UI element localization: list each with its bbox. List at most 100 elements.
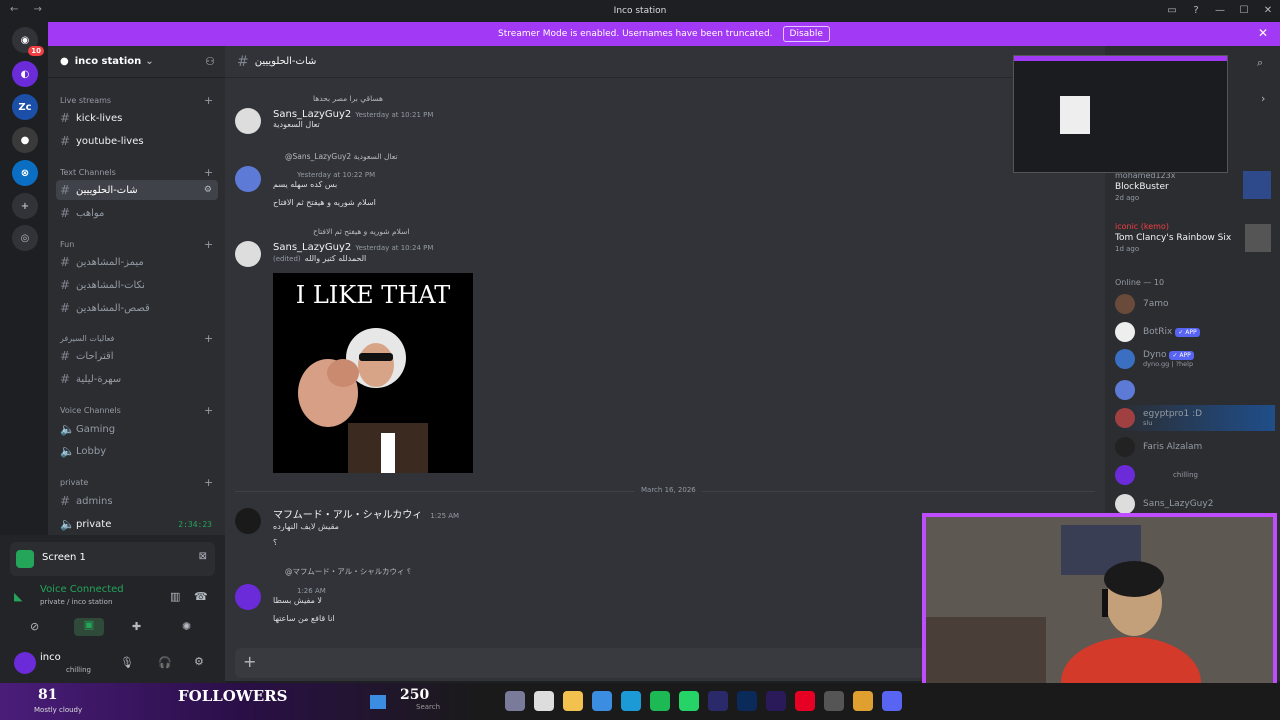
invite-icon[interactable]: ⚇ — [205, 55, 215, 68]
message-input[interactable]: + — [235, 648, 925, 678]
reply-preview[interactable]: هساقي برا مصر بحدها — [313, 94, 383, 103]
add-server-icon[interactable]: + — [12, 193, 38, 219]
gear-icon[interactable]: ⚙ — [194, 655, 204, 668]
avatar[interactable] — [235, 108, 261, 134]
category-private[interactable]: private + — [60, 476, 213, 489]
minimize-icon[interactable]: — — [1208, 0, 1232, 21]
category-fun[interactable]: Fun + — [60, 238, 213, 251]
pop-out-icon[interactable]: ⊠ — [199, 551, 207, 562]
meme-image[interactable]: I LIKE THAT — [273, 273, 473, 473]
member-item[interactable] — [1115, 379, 1275, 401]
discover-icon[interactable]: ◎ — [12, 225, 38, 251]
channel-youtube-lives[interactable]: # youtube-lives — [56, 131, 218, 151]
task-view-icon[interactable] — [505, 691, 525, 711]
whatsapp-icon[interactable] — [679, 691, 699, 711]
screen-share-icon[interactable]: ▣ — [74, 618, 104, 636]
channel-fun-3[interactable]: # قصص-المشاهدين — [56, 298, 218, 318]
inbox-icon[interactable]: ▭ — [1160, 0, 1184, 21]
chrome-icon[interactable] — [853, 691, 873, 711]
avatar[interactable] — [235, 508, 261, 534]
microphone-icon[interactable]: 🎙 — [120, 656, 134, 669]
add-channel-icon[interactable]: + — [204, 332, 213, 345]
channel-private[interactable]: 🔈 private 2:34:23 — [56, 514, 218, 534]
channel-fun-2[interactable]: # نكات-المشاهدين — [56, 275, 218, 295]
channel-fun-1[interactable]: # ميمز-المشاهدين — [56, 252, 218, 272]
close-banner-icon[interactable]: ✕ — [1258, 26, 1268, 40]
soundboard-icon[interactable]: ✺ — [182, 620, 191, 633]
close-window-icon[interactable]: ✕ — [1256, 0, 1280, 21]
message-author[interactable]: Sans_LazyGuy2 — [273, 109, 351, 120]
channel-admins[interactable]: # admins — [56, 491, 218, 511]
message-author[interactable]: Sans_LazyGuy2 — [273, 242, 351, 253]
add-attachment-icon[interactable]: + — [243, 652, 256, 671]
member-item[interactable]: BotRix ✓ APP — [1115, 321, 1275, 343]
premiere-icon[interactable] — [708, 691, 728, 711]
member-item[interactable]: Dyno ✓ APP dyno.gg | ?help — [1115, 346, 1275, 372]
add-channel-icon[interactable]: + — [204, 476, 213, 489]
signal-icon[interactable]: ◣ — [14, 590, 22, 603]
category-events[interactable]: فعاليات السيرفر + — [60, 332, 213, 345]
server-icon-zc[interactable]: Zc — [12, 94, 38, 120]
camera-off-icon[interactable]: ⊘ — [30, 620, 39, 633]
channel-talents[interactable]: # مواهب — [56, 203, 218, 223]
activity-card[interactable]: iconic (kemo) Tom Clancy's Rainbow Six .… — [1115, 222, 1275, 253]
add-channel-icon[interactable]: + — [204, 94, 213, 107]
member-item[interactable]: egyptpro1 :D slu — [1115, 405, 1275, 431]
activities-icon[interactable]: ✚ — [132, 620, 141, 633]
channel-lobby[interactable]: 🔈 Lobby — [56, 441, 218, 461]
avatar[interactable] — [235, 241, 261, 267]
activity-card[interactable]: mohamed123x BlockBuster 2d ago — [1115, 171, 1275, 202]
add-channel-icon[interactable]: + — [204, 238, 213, 251]
member-item[interactable]: Faris Alzalam — [1115, 436, 1275, 458]
category-voice-channels[interactable]: Voice Channels + — [60, 404, 213, 417]
add-channel-icon[interactable]: + — [204, 404, 213, 417]
member-item[interactable]: 7amo — [1115, 293, 1275, 315]
channel-suggestions[interactable]: # اقتراحات — [56, 346, 218, 366]
channel-gaming[interactable]: 🔈 Gaming — [56, 419, 218, 439]
user-info[interactable]: inco chilling 🎙 🎧 ⚙ — [10, 648, 215, 681]
search-icon[interactable]: ⌕ — [1257, 56, 1263, 70]
category-text-channels[interactable]: Text Channels + — [60, 166, 213, 179]
channel-settings-icon[interactable]: ⚙ — [204, 185, 212, 195]
channel-night[interactable]: # سهرة-ليلية — [56, 369, 218, 389]
reply-preview[interactable]: اسلام شوريه و هيفتح ثم الافتاح — [313, 227, 409, 236]
taskbar-search[interactable]: Search — [416, 703, 440, 711]
avatar[interactable] — [235, 584, 261, 610]
voice-location[interactable]: private / inco station — [40, 598, 112, 606]
direct-messages-icon[interactable]: ◉ 10 — [12, 27, 44, 56]
maximize-icon[interactable]: ☐ — [1232, 0, 1256, 21]
settings-app-icon[interactable] — [824, 691, 844, 711]
category-live-streams[interactable]: Live streams + — [60, 94, 213, 107]
edge-icon[interactable] — [621, 691, 641, 711]
file-explorer-icon[interactable] — [563, 691, 583, 711]
server-icon-inco[interactable]: ◐ — [12, 61, 38, 87]
spotify-icon[interactable] — [650, 691, 670, 711]
channel-chat[interactable]: # شات-الحلوييين ⚙ — [56, 180, 218, 200]
reply-preview[interactable]: @マフムード・アル・シャルカウィ ؟ — [285, 566, 411, 577]
member-item[interactable]: Sans_LazyGuy2 — [1115, 493, 1275, 515]
photoshop-icon[interactable] — [737, 691, 757, 711]
avatar[interactable] — [235, 166, 261, 192]
discord-icon[interactable] — [882, 691, 902, 711]
screen-share-preview[interactable] — [1013, 55, 1228, 173]
channel-kick-lives[interactable]: # kick-lives — [56, 108, 218, 128]
server-icon-avatar[interactable]: ● — [12, 127, 38, 153]
notepad-icon[interactable] — [534, 691, 554, 711]
message-author[interactable]: マフムード・アル・シャルカウィ — [273, 510, 422, 521]
chevron-right-icon[interactable]: › — [1261, 92, 1265, 105]
server-header[interactable]: ● inco station ⌄ ⚇ — [48, 46, 225, 78]
help-icon[interactable]: ? — [1184, 0, 1208, 21]
add-channel-icon[interactable]: + — [204, 166, 213, 179]
disable-button[interactable]: Disable — [782, 26, 830, 42]
server-icon-network[interactable]: ⊗ — [12, 160, 38, 186]
store-icon[interactable] — [592, 691, 612, 711]
reply-preview[interactable]: @Sans_LazyGuy2 تعال السعودية — [285, 152, 397, 161]
pinterest-icon[interactable] — [795, 691, 815, 711]
headphones-icon[interactable]: 🎧 — [158, 656, 172, 669]
disconnect-icon[interactable]: ☎ — [194, 590, 208, 603]
member-item[interactable]: chilling — [1115, 464, 1275, 486]
screen-share-card[interactable]: Screen 1 ⊠ — [10, 542, 215, 576]
noise-suppression-icon[interactable]: ▥ — [170, 590, 180, 603]
windows-start-icon[interactable] — [370, 695, 386, 709]
after-effects-icon[interactable] — [766, 691, 786, 711]
